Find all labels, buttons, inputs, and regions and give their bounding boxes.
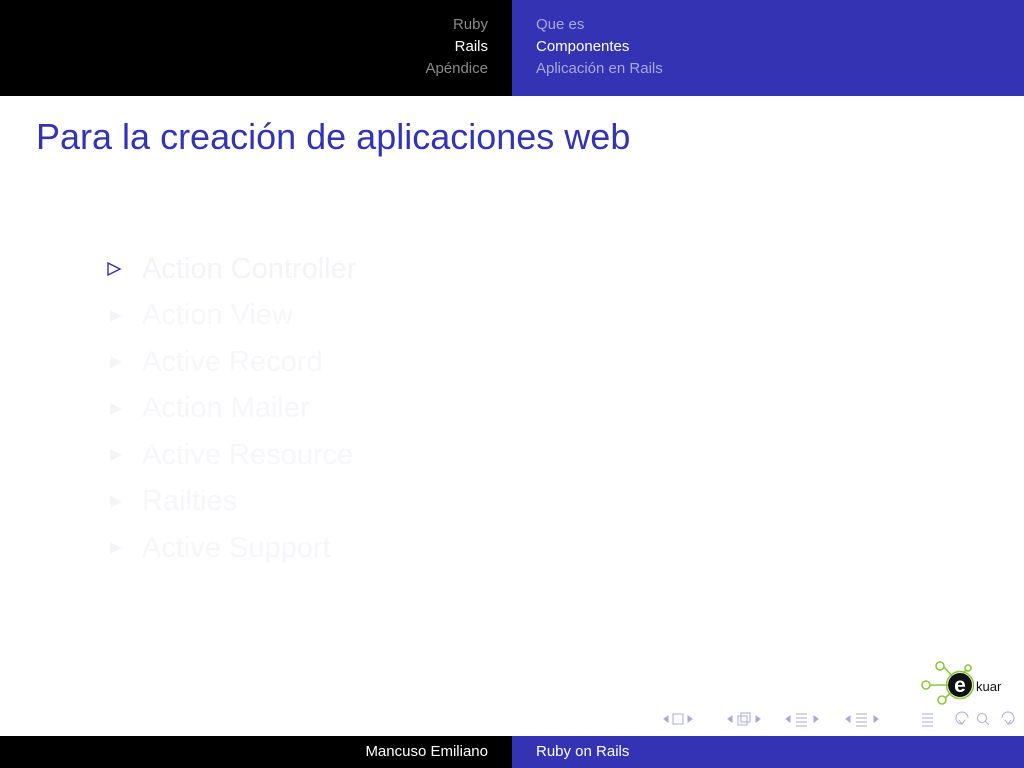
nav-subsection-componentes[interactable]: Componentes <box>536 36 663 58</box>
next-subsection-icon[interactable] <box>755 715 761 723</box>
ekuar-logo: e kuar <box>918 658 1018 708</box>
logo-letter: e <box>954 674 966 697</box>
beamer-navigation-symbols <box>662 708 1018 730</box>
list-item-label: Active Support <box>142 531 331 564</box>
list-item: Action Controller <box>104 246 356 293</box>
nav-section-rails[interactable]: Rails <box>425 36 488 58</box>
appendix-icon[interactable] <box>922 713 933 727</box>
previous-subsection-icon[interactable] <box>727 715 733 723</box>
triangle-outline-bullet-icon <box>104 261 142 277</box>
list-item-label: Action View <box>142 299 293 332</box>
nav-section-ruby[interactable]: Ruby <box>425 14 488 36</box>
section-icon[interactable] <box>796 713 807 727</box>
footer-title-panel: Ruby on Rails <box>512 736 1024 768</box>
subsection-list: Que es Componentes Aplicación en Rails <box>536 14 663 80</box>
list-item-label: Action Controller <box>142 252 357 285</box>
forward-icon[interactable] <box>1001 711 1015 725</box>
section-nav-panel: Ruby Rails Apéndice <box>0 0 512 96</box>
component-list: Action Controller Action View Active Rec… <box>104 246 356 572</box>
footer: Mancuso Emiliano Ruby on Rails <box>0 736 1024 768</box>
next-presentation-icon[interactable] <box>873 715 879 723</box>
subsection-nav-panel: Que es Componentes Aplicación en Rails <box>512 0 1024 96</box>
list-item-label: Active Resource <box>142 438 354 471</box>
previous-frame-icon[interactable] <box>663 715 669 723</box>
triangle-bullet-icon <box>104 402 142 415</box>
header-navigation: Ruby Rails Apéndice Que es Componentes A… <box>0 0 1024 96</box>
nav-subsection-que-es[interactable]: Que es <box>536 14 663 36</box>
footer-talk-title: Ruby on Rails <box>536 743 630 760</box>
list-item: Action Mailer <box>104 386 356 433</box>
list-item-label: Railties <box>142 485 238 518</box>
list-item-label: Action Mailer <box>142 392 310 425</box>
list-item: Action View <box>104 293 356 340</box>
list-item-label: Active Record <box>142 345 323 378</box>
list-item: Active Support <box>104 525 356 572</box>
section-list: Ruby Rails Apéndice <box>425 14 488 80</box>
previous-presentation-icon[interactable] <box>845 715 851 723</box>
nav-section-apendice[interactable]: Apéndice <box>425 58 488 80</box>
logo-text: kuar <box>976 679 1002 694</box>
list-item: Active Resource <box>104 432 356 479</box>
nav-subsection-aplicacion[interactable]: Aplicación en Rails <box>536 58 663 80</box>
footer-author: Mancuso Emiliano <box>365 743 488 760</box>
list-item: Railties <box>104 479 356 526</box>
triangle-bullet-icon <box>104 356 142 369</box>
previous-section-icon[interactable] <box>785 715 791 723</box>
frame-icon[interactable] <box>672 713 684 725</box>
frame-title: Para la creación de aplicaciones web <box>36 116 631 157</box>
search-icon[interactable] <box>977 713 990 726</box>
footer-author-panel: Mancuso Emiliano <box>0 736 512 768</box>
triangle-bullet-icon <box>104 309 142 322</box>
triangle-bullet-icon <box>104 542 142 555</box>
presentation-icon[interactable] <box>856 713 867 727</box>
triangle-bullet-icon <box>104 449 142 462</box>
list-item: Active Record <box>104 339 356 386</box>
subsection-icon[interactable] <box>737 712 751 726</box>
next-frame-icon[interactable] <box>687 715 693 723</box>
next-section-icon[interactable] <box>813 715 819 723</box>
triangle-bullet-icon <box>104 495 142 508</box>
back-icon[interactable] <box>955 711 969 725</box>
